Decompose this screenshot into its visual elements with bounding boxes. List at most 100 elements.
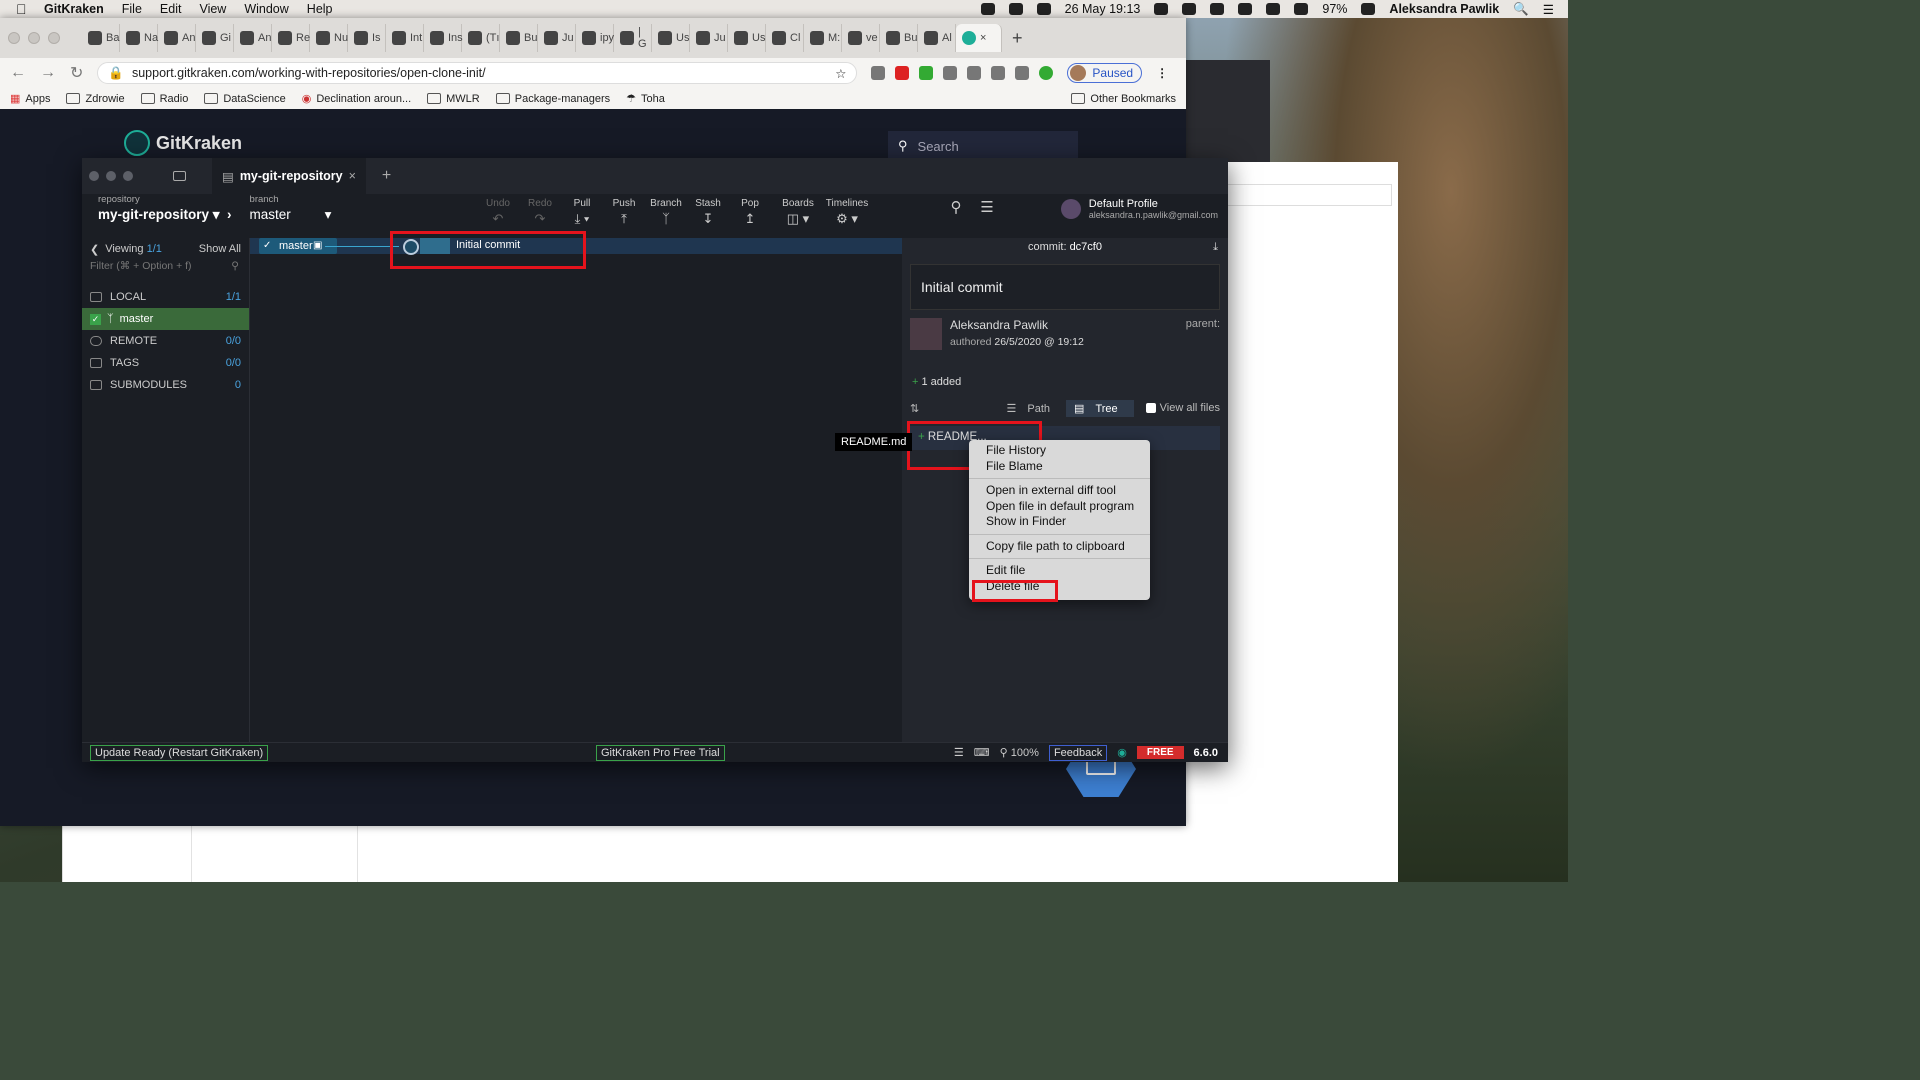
browser-tab[interactable]: Ju (690, 24, 728, 52)
doc-input[interactable] (1226, 184, 1392, 206)
menu-edit[interactable]: Edit (160, 2, 182, 16)
close-icon[interactable]: × (980, 32, 986, 44)
extension-icon[interactable] (991, 66, 1006, 80)
menu-app[interactable]: GitKraken (44, 2, 104, 16)
bookmark-folder[interactable]: Zdrowie (66, 93, 125, 105)
volume-icon[interactable] (1294, 3, 1309, 15)
feedback-button[interactable]: Feedback (1048, 744, 1108, 761)
browser-tab[interactable]: Re (272, 24, 310, 52)
zoom-level[interactable]: ⚲ 100% (1000, 746, 1039, 759)
path-view-button[interactable]: ☰ Path (998, 400, 1066, 417)
close-button[interactable] (89, 171, 99, 181)
folder-icon[interactable] (173, 171, 186, 181)
undo-button[interactable]: Undo ↶ (477, 198, 519, 229)
browser-tab[interactable]: An (234, 24, 272, 52)
airplay-icon[interactable] (1210, 3, 1225, 15)
browser-tab[interactable]: Na (120, 24, 158, 52)
address-bar[interactable]: 🔒 support.gitkraken.com/working-with-repo… (97, 62, 858, 84)
keyboard-icon[interactable]: ⌨ (974, 746, 990, 759)
other-bookmarks[interactable]: Other Bookmarks (1071, 93, 1176, 105)
pull-button[interactable]: Pull ⤓ ▾ (561, 198, 603, 229)
extension-icon[interactable] (1039, 66, 1054, 80)
browser-tab[interactable]: Al (918, 24, 956, 52)
profile-button[interactable]: Default Profile aleksandra.n.pawlik@gmail… (1060, 198, 1218, 220)
browser-tab[interactable]: Is (348, 24, 386, 52)
browser-tab[interactable]: Us (652, 24, 690, 52)
menu-item-external-diff[interactable]: Open in external diff tool (969, 483, 1150, 499)
user-name[interactable]: Aleksandra Pawlik (1389, 2, 1499, 16)
battery-percent[interactable]: 97% (1322, 2, 1347, 16)
extension-icon[interactable] (943, 66, 958, 80)
status-icon[interactable] (980, 3, 995, 15)
gitkraken-logo[interactable]: GitKraken (124, 130, 242, 156)
browser-tab[interactable]: | G (614, 24, 652, 52)
pro-trial-button[interactable]: GitKraken Pro Free Trial (596, 744, 725, 761)
notification-center-icon[interactable]: ☰ (1543, 2, 1554, 17)
bookmark-apps[interactable]: ▦ Apps (10, 92, 50, 106)
back-icon[interactable]: ← (10, 64, 26, 82)
browser-tab[interactable]: Int (386, 24, 424, 52)
browser-tab[interactable]: (Tı (462, 24, 500, 52)
boards-button[interactable]: Boards ◫ ▾ (777, 198, 819, 229)
browser-tab[interactable]: Bu (880, 24, 918, 52)
new-tab-button[interactable]: + (1012, 28, 1023, 49)
browser-tab[interactable]: ve (842, 24, 880, 52)
status-icon[interactable] (1008, 3, 1023, 15)
filter-input[interactable]: Filter (⌘ + Option + f) ⚲ (90, 260, 239, 278)
download-icon[interactable]: ⤓ (1213, 238, 1218, 256)
browser-tab[interactable]: Ba (82, 24, 120, 52)
minimize-button[interactable] (28, 32, 40, 44)
profile-paused-button[interactable]: Paused (1067, 63, 1143, 83)
browser-tab[interactable]: Ins (424, 24, 463, 52)
branch-button[interactable]: Branch ᛉ (645, 198, 687, 229)
status-icon[interactable] (1154, 3, 1169, 15)
extension-icon[interactable] (1015, 66, 1030, 80)
add-tab-button[interactable]: + (382, 167, 391, 185)
bookmark-folder[interactable]: DataScience (204, 93, 286, 105)
menu-item-show-in-finder[interactable]: Show in Finder (969, 514, 1150, 530)
apple-icon[interactable]:  (16, 1, 32, 17)
zoom-button[interactable] (123, 171, 133, 181)
menu-file[interactable]: File (122, 2, 142, 16)
site-search[interactable]: ⚲ Search (888, 131, 1078, 161)
bookmark-link[interactable]: ◉ Declination aroun... (302, 92, 411, 106)
browser-tab[interactable]: Bu (500, 24, 538, 52)
browser-tab[interactable]: Gi (196, 24, 234, 52)
time-machine-icon[interactable] (1182, 3, 1197, 15)
sidebar-item-tags[interactable]: TAGS 0/0 (82, 352, 249, 374)
status-icon[interactable] (1238, 3, 1253, 15)
extension-icon[interactable] (871, 66, 886, 80)
sort-icon[interactable]: ⇅ (910, 402, 919, 415)
spotlight-icon[interactable]: 🔍 (1513, 2, 1529, 17)
sidebar-item-local[interactable]: LOCAL 1/1 (82, 286, 249, 308)
repo-tab[interactable]: ▤ my-git-repository × (212, 158, 366, 194)
push-button[interactable]: Push ⤒ (603, 198, 645, 229)
reload-icon[interactable]: ↻ (70, 63, 83, 83)
zoom-button[interactable] (48, 32, 60, 44)
back-circle-icon[interactable]: ❮ (90, 243, 99, 256)
view-all-files-checkbox[interactable]: View all files (1145, 402, 1220, 414)
flag-icon[interactable] (1361, 3, 1376, 15)
timelines-button[interactable]: Timelines ⚙ ▾ (819, 198, 875, 229)
menu-item-file-blame[interactable]: File Blame (969, 459, 1150, 475)
browser-tab[interactable]: Nu (310, 24, 348, 52)
wifi-icon[interactable] (1266, 3, 1281, 15)
browser-tab[interactable]: ipy (576, 24, 614, 52)
menu-item-file-history[interactable]: File History (969, 443, 1150, 459)
free-badge[interactable]: FREE (1136, 746, 1184, 759)
sidebar-item-master[interactable]: ✓ ᛉ master (82, 308, 249, 330)
browser-tab[interactable]: Cl (766, 24, 804, 52)
browser-tab[interactable]: Us (728, 24, 766, 52)
browser-tab[interactable]: An (158, 24, 196, 52)
menu-item-edit-file[interactable]: Edit file (969, 563, 1150, 579)
browser-tab[interactable]: Ju (538, 24, 576, 52)
bookmark-folder[interactable]: Radio (140, 93, 188, 105)
repo-selector[interactable]: repository my-git-repository ▾ › (98, 194, 232, 223)
extension-icon[interactable] (895, 66, 910, 80)
forward-icon[interactable]: → (40, 64, 56, 82)
commit-message-box[interactable]: Initial commit (910, 264, 1220, 310)
menu-item-open-default[interactable]: Open file in default program (969, 499, 1150, 515)
datetime[interactable]: 26 May 19:13 (1065, 2, 1141, 16)
close-button[interactable] (8, 32, 20, 44)
minimize-button[interactable] (106, 171, 116, 181)
